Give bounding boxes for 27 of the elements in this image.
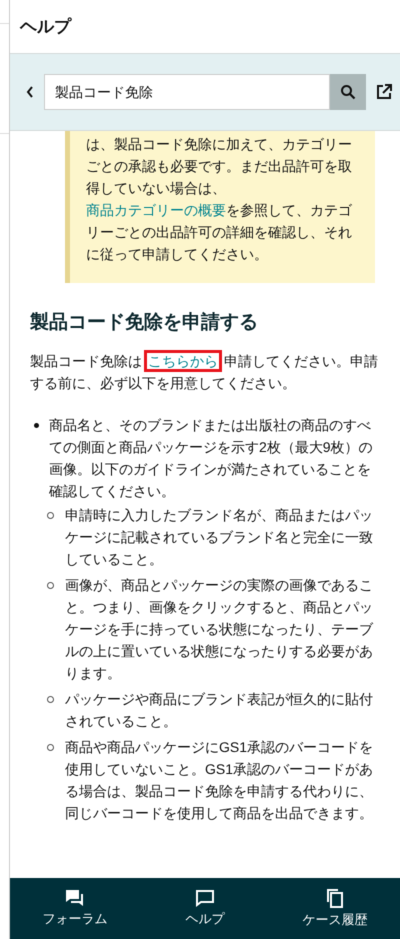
bullet-icon [34, 422, 39, 428]
nav-tab[interactable]: ヘルプ [155, 888, 255, 928]
section-heading: 製品コード免除を申請する [30, 310, 259, 335]
nav-tab[interactable]: フォーラム [25, 888, 125, 928]
category-link[interactable]: 商品カテゴリーの概要 [86, 202, 226, 218]
apply-link[interactable]: こちらから [144, 350, 222, 372]
bullet-text: 商品名と、そのブランドまたは出版社の商品のすべての側面と商品パッケージを示す2枚（最大9枚）の画像。以下のガイドラインが満たされていることを確認してください。 [49, 416, 374, 500]
sub-bullet-text: 申請時に入力したブランド名が、商品またはパッケージに記載されているブランド名と完全に一致していること。 [65, 506, 374, 568]
search-icon [340, 84, 356, 100]
back-icon[interactable] [26, 86, 34, 98]
speech-bubble-icon [195, 888, 215, 907]
sub-bullet-icon [47, 744, 54, 750]
copy-icon [326, 888, 344, 908]
search-button[interactable] [330, 74, 366, 110]
nav-tab[interactable]: ケース履歴 [285, 888, 385, 930]
sub-bullet-text: 画像が、商品とパッケージの実際の画像であること。つまり、画像をクリックすると、商品とパッケージを手に持っている状態になったり、テーブルの上に置いている状態になったりする必要があります。 [65, 576, 374, 682]
sub-bullet-icon [47, 512, 54, 518]
chat-bubbles-icon [65, 888, 85, 907]
note-text: は、製品コード免除に加えて、カテゴリーごとの承認も必要です。まだ出品許可を取得していない場合は、 商品カテゴリーの概要を参照して、カテゴリーごとの出品許可の詳細を確認し、それに従って申請してください。 [86, 135, 353, 264]
intro-text: 製品コード免除は こちらから 申請してください。申請する前に、必ず以下を用意してください。 [30, 350, 380, 394]
sub-bullet-icon [47, 696, 54, 702]
sub-bullet-icon [47, 582, 54, 588]
sub-bullet-text: 商品や商品パッケージにGS1承認のバーコードを使用していないこと。GS1承認のバーコードがある場合は、製品コード免除を申請する代わりに、同じバーコードを使用して商品を出品できます。 [65, 738, 374, 822]
search-field[interactable]: 製品コード免除 [44, 74, 330, 110]
external-link-icon[interactable] [376, 84, 392, 100]
panel-title: ヘルプ [20, 16, 71, 38]
sub-bullet-text: パッケージや商品にブランド表記が恒久的に貼付されていること。 [65, 690, 374, 730]
